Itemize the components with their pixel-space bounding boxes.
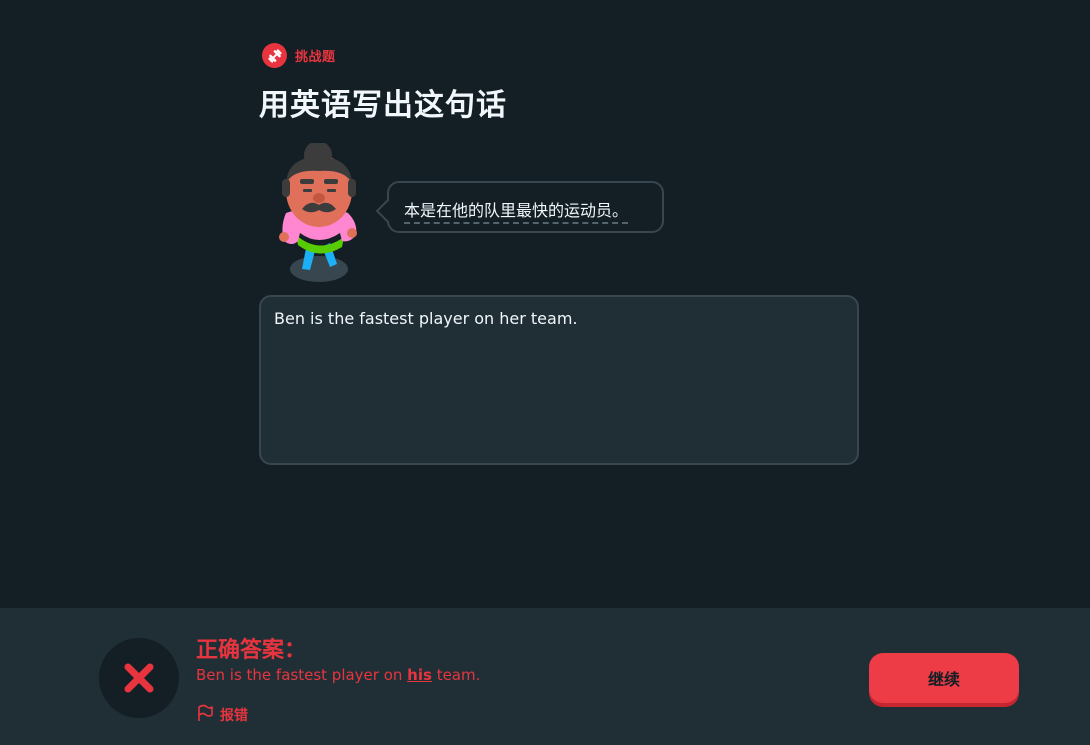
- challenge-tag-label: 挑战题: [295, 50, 336, 65]
- close-x-icon: [99, 638, 179, 718]
- report-button[interactable]: 报错: [196, 704, 248, 726]
- correct-answer-text: Ben is the fastest player on his team.: [196, 666, 480, 684]
- speech-bubble: 本是在他的队里最快的运动员。: [375, 181, 664, 233]
- page-title: 用英语写出这句话: [259, 88, 507, 123]
- challenge-tag: 挑战题: [262, 43, 336, 68]
- report-label: 报错: [220, 708, 248, 724]
- lesson-page: 挑战题 用英语写出这句话 本是在他的队里最快的运动员。 Ben is the f…: [0, 0, 1090, 745]
- answer-input[interactable]: [259, 295, 859, 465]
- correct-answer-part: team.: [431, 666, 481, 684]
- correct-answer-heading: 正确答案：: [196, 638, 307, 663]
- flag-icon: [196, 704, 214, 726]
- prompt-sentence[interactable]: 本是在他的队里最快的运动员。: [404, 197, 629, 224]
- character-avatar: [272, 141, 364, 285]
- dumbbell-icon: [262, 43, 287, 68]
- continue-button[interactable]: 继续: [869, 653, 1019, 703]
- correct-answer-highlight: his: [407, 666, 432, 684]
- feedback-footer: 正确答案： Ben is the fastest player on his t…: [0, 608, 1090, 745]
- speech-bubble-tail: [375, 199, 399, 223]
- correct-answer-part: Ben is the fastest player on: [196, 666, 408, 684]
